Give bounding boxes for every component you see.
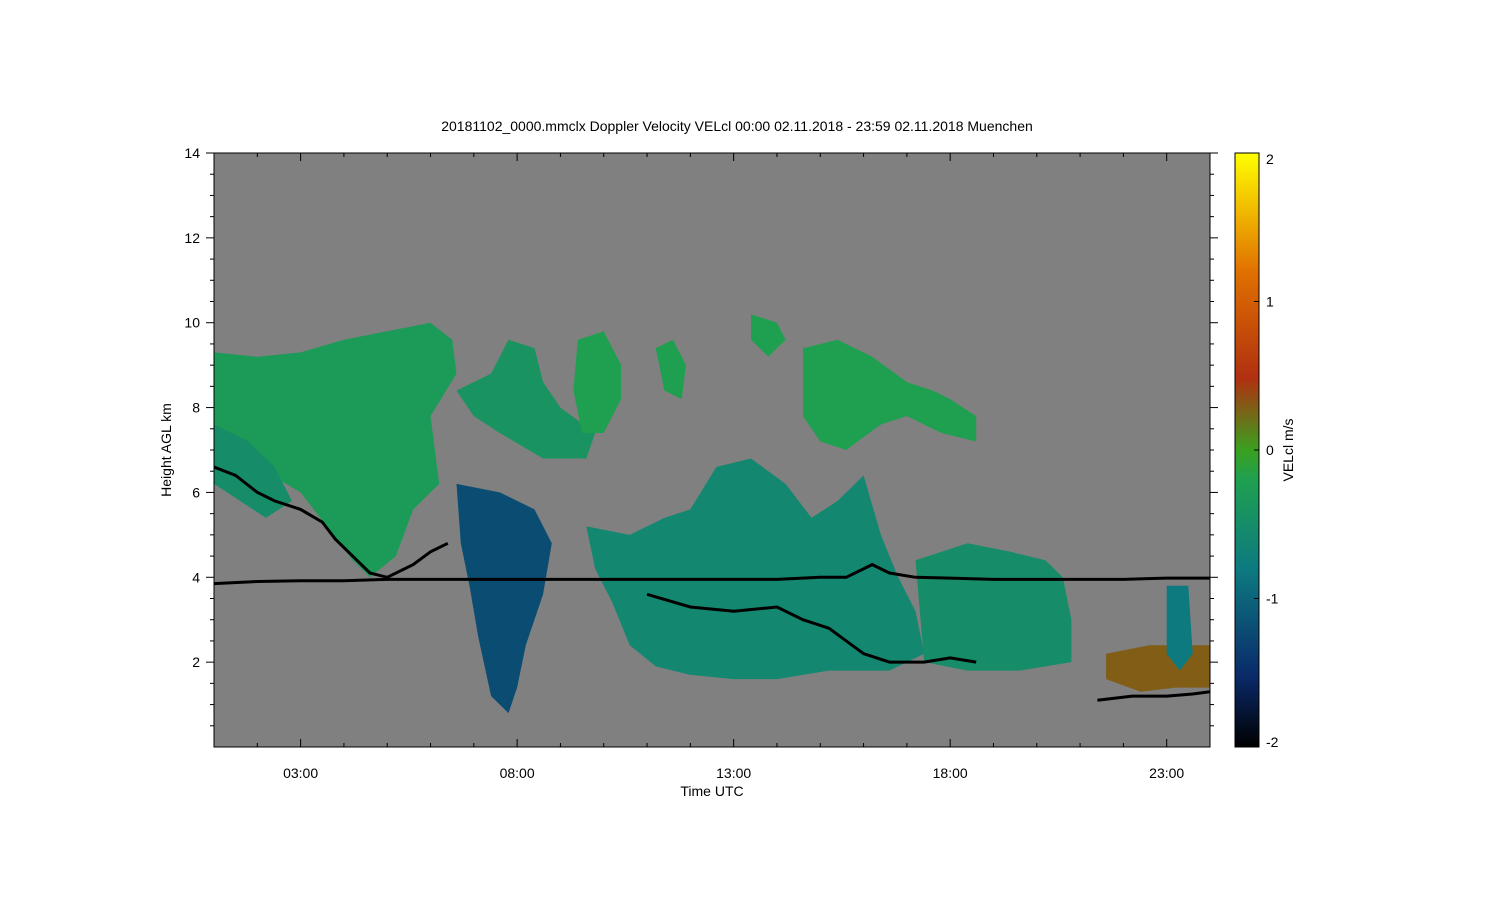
y-tick-label: 4 <box>192 569 200 585</box>
x-tick-label: 03:00 <box>283 765 318 781</box>
colorbar-tick-label: -2 <box>1266 734 1279 750</box>
chart-title: 20181102_0000.mmclx Doppler Velocity VEL… <box>441 118 1033 134</box>
y-tick-label: 2 <box>192 654 200 670</box>
colorbar-tick-label: -1 <box>1266 591 1279 607</box>
x-tick-label: 08:00 <box>500 765 535 781</box>
colorbar-tick-label: 0 <box>1266 442 1274 458</box>
colorbar-label: VELcl m/s <box>1280 418 1296 481</box>
x-tick-label: 13:00 <box>716 765 751 781</box>
region-low-cloud-evening <box>1106 645 1210 692</box>
colorbar-tick-label: 2 <box>1266 151 1274 167</box>
y-tick-label: 6 <box>192 484 200 500</box>
region-small-cloud-23 <box>1166 585 1193 671</box>
y-tick-label: 14 <box>184 145 200 161</box>
y-tick-label: 12 <box>184 230 200 246</box>
y-tick-label: 10 <box>184 315 200 331</box>
x-tick-label: 23:00 <box>1149 765 1184 781</box>
y-tick-label: 8 <box>192 400 200 416</box>
colorbar-tick-label: 1 <box>1266 294 1274 310</box>
plot-area <box>213 152 1211 748</box>
x-axis-label: Time UTC <box>680 783 743 799</box>
x-tick-label: 18:00 <box>933 765 968 781</box>
y-axis-label: Height AGL km <box>158 403 174 497</box>
colorbar: 2 1 0 -1 -2 VELcl m/s <box>1234 151 1296 750</box>
chart: 20181102_0000.mmclx Doppler Velocity VEL… <box>158 118 1296 799</box>
